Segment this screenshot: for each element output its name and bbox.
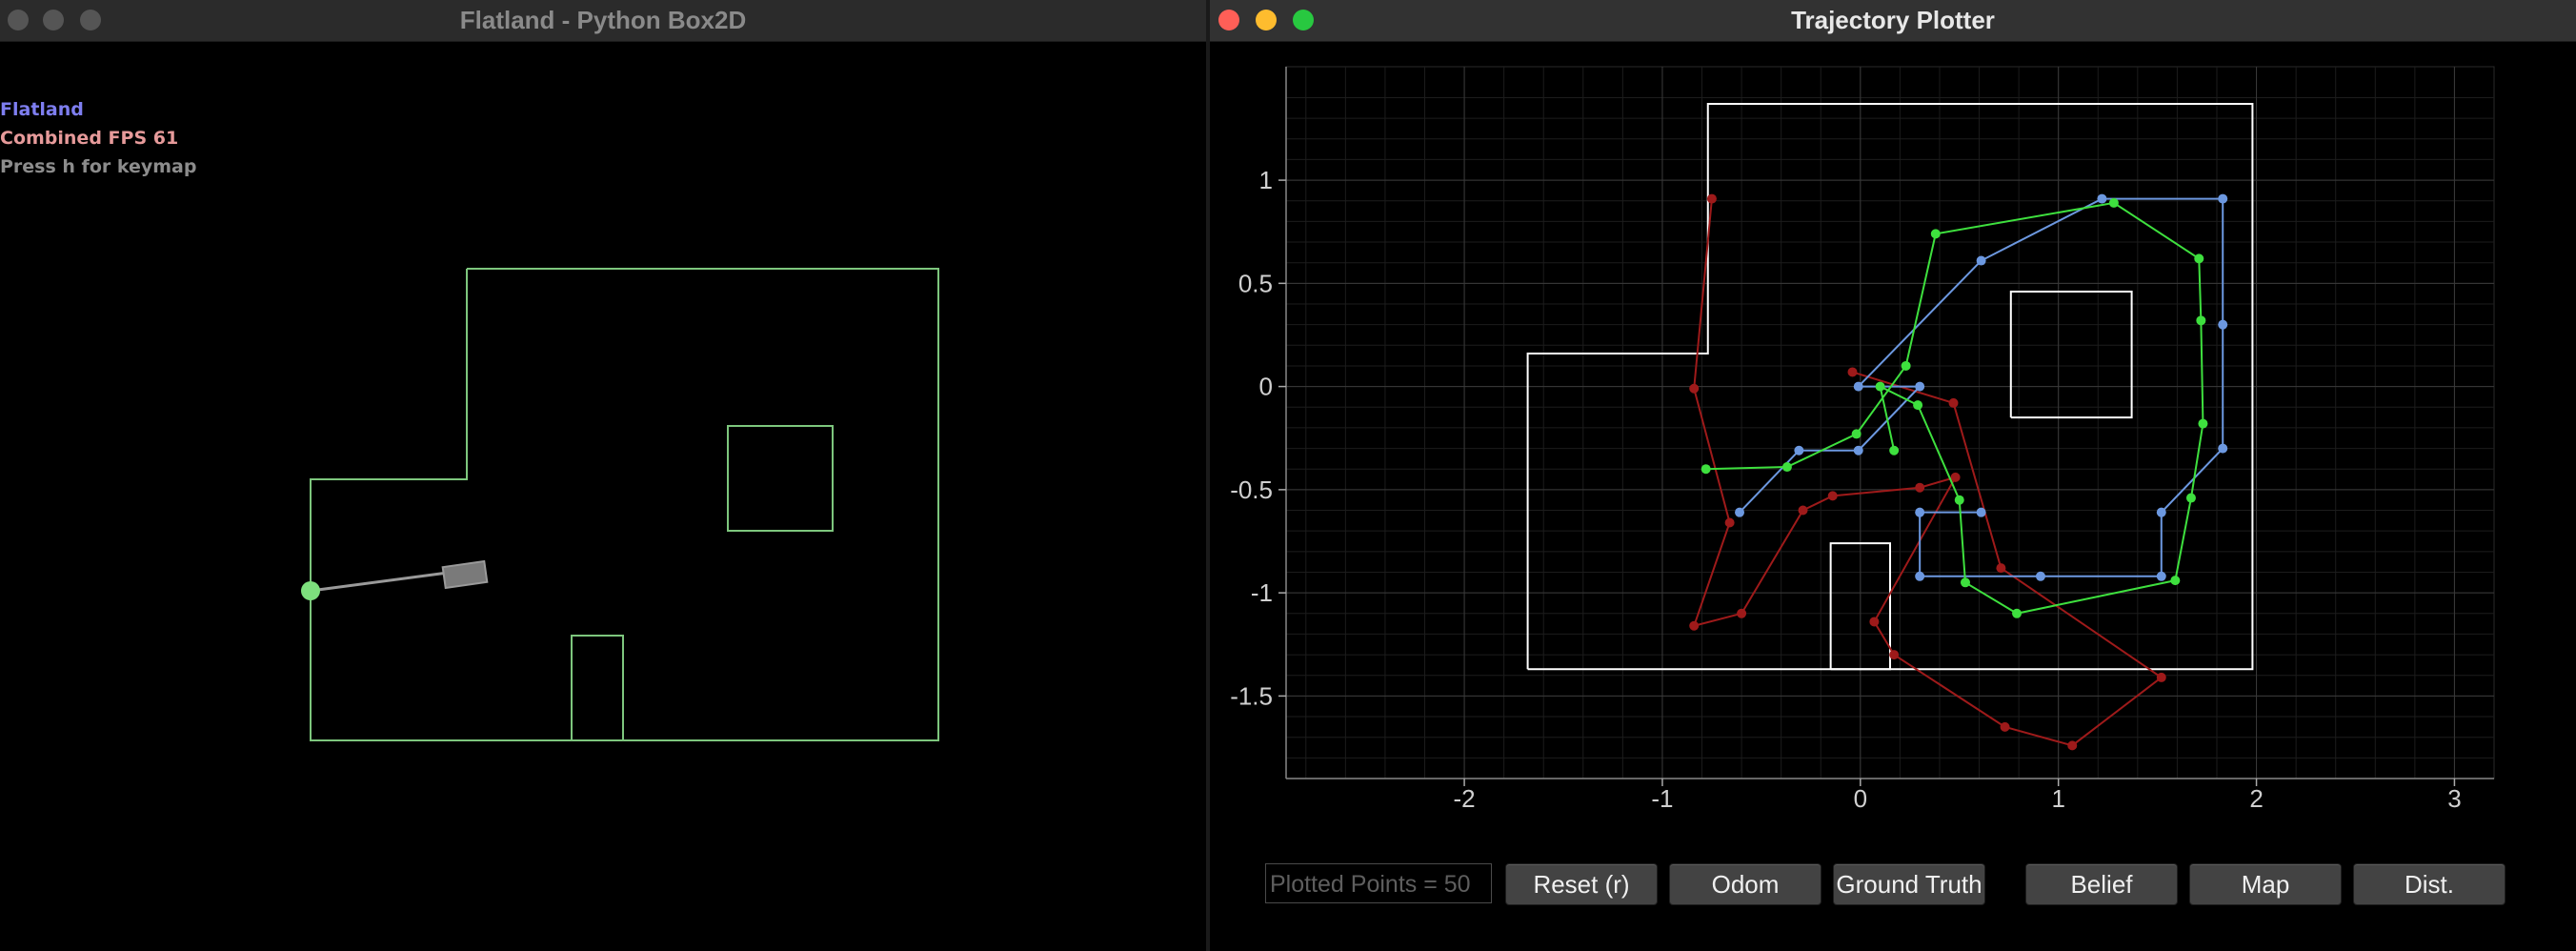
trajectory-plot[interactable]: -2 -1 0 1 2 3 1 0.5 0 -0.5 -1 -1.5	[1210, 42, 2576, 852]
trajectory-point-2	[1875, 381, 1885, 392]
y-tick-label: -1.5	[1230, 681, 1273, 710]
x-tick-label: 2	[2249, 784, 2263, 813]
y-tick-label: -0.5	[1230, 476, 1273, 504]
trajectory-point-1	[2218, 193, 2228, 204]
trajectory-point-1	[1976, 255, 1986, 266]
trajectory-point-1	[1976, 507, 1986, 517]
dist-button[interactable]: Dist.	[2353, 863, 2506, 905]
x-tick-label: 0	[1854, 784, 1867, 813]
y-tick-label: -1	[1251, 578, 1273, 607]
trajectory-point-0	[1915, 482, 1925, 493]
window-title: Trajectory Plotter	[1791, 6, 1995, 34]
trajectory-point-0	[2000, 721, 2010, 732]
trajectory-point-0	[1689, 383, 1700, 394]
trajectory-point-2	[1954, 495, 1964, 505]
trajectory-point-0	[1847, 367, 1858, 377]
trajectory-point-1	[1853, 381, 1863, 392]
trajectory-point-2	[2198, 418, 2208, 429]
trajectory-point-1	[2035, 571, 2045, 581]
trajectory-point-2	[2194, 253, 2204, 264]
trajectory-point-1	[2156, 507, 2166, 517]
trajectory-point-1	[2097, 193, 2107, 204]
trajectory-point-2	[2196, 315, 2206, 326]
goal-marker	[301, 581, 320, 600]
reset-button[interactable]: Reset (r)	[1505, 863, 1658, 905]
x-tick-label: -1	[1651, 784, 1673, 813]
trajectory-point-0	[1724, 517, 1735, 528]
plot-control-bar: Plotted Points = 50 Reset (r) Odom Groun…	[1210, 863, 2576, 909]
plotter-titlebar[interactable]: Trajectory Plotter	[1210, 0, 2576, 42]
trajectory-point-2	[1901, 360, 1911, 371]
trajectory-point-2	[2012, 608, 2023, 618]
trajectory-point-1	[2218, 443, 2228, 454]
trajectory-point-1	[1915, 571, 1925, 581]
trajectory-point-0	[1950, 472, 1961, 482]
trajectory-point-1	[2218, 319, 2228, 330]
y-tick-label: 0	[1259, 373, 1273, 401]
trajectory-point-0	[2156, 672, 2166, 682]
trajectory-point-0	[1948, 397, 1959, 408]
trajectory-point-1	[1853, 445, 1863, 455]
trajectory-point-2	[2108, 197, 2119, 208]
trajectory-point-2	[2185, 493, 2196, 503]
x-tick-label: -2	[1454, 784, 1476, 813]
trajectory-point-0	[1996, 563, 2006, 574]
trajectory-point-0	[1737, 608, 1747, 618]
trajectory-point-0	[1689, 620, 1700, 631]
y-tick-label: 0.5	[1238, 269, 1273, 297]
trajectory-point-2	[1851, 429, 1862, 439]
overlay-keymap-hint: Press h for keymap	[0, 156, 197, 177]
trajectory-point-2	[1930, 229, 1941, 239]
odom-button[interactable]: Odom	[1669, 863, 1821, 905]
trajectory-point-0	[2067, 740, 2078, 751]
trajectory-point-2	[1960, 577, 1970, 588]
x-tick-label: 1	[2051, 784, 2064, 813]
robot-icon	[441, 559, 489, 590]
trajectory-point-2	[1913, 400, 1923, 411]
trajectory-point-0	[1706, 193, 1717, 204]
trajectory-point-0	[1827, 491, 1838, 501]
plotted-points-field: Plotted Points = 50	[1265, 863, 1492, 903]
trajectory-point-1	[1735, 507, 1745, 517]
map-button[interactable]: Map	[2189, 863, 2342, 905]
overlay-title: Flatland	[0, 99, 84, 120]
ground-truth-button[interactable]: Ground Truth	[1833, 863, 1985, 905]
trajectory-point-1	[1915, 381, 1925, 392]
plot-area	[1285, 66, 2495, 779]
overlay-fps: Combined FPS 61	[0, 128, 179, 149]
flatland-canvas[interactable]	[0, 42, 1206, 951]
flatland-titlebar[interactable]: Flatland - Python Box2D	[0, 0, 1206, 42]
y-tick-label: 1	[1259, 166, 1273, 194]
flatland-window: Flatland - Python Box2D Flatland Combine…	[0, 0, 1206, 951]
window-title: Flatland - Python Box2D	[459, 6, 747, 34]
trajectory-plotter-window: Trajectory Plotter -2 -1 0 1 2 3 1 0.5 0 -0.5 -1 -1…	[1210, 0, 2576, 951]
belief-button[interactable]: Belief	[2025, 863, 2178, 905]
trajectory-point-2	[1781, 462, 1792, 473]
flatland-world-walls	[310, 268, 939, 741]
flatland-obstacle-pillar	[571, 635, 624, 740]
trajectory-point-1	[2156, 571, 2166, 581]
x-tick-label: 3	[2447, 784, 2461, 813]
trajectory-point-0	[1869, 617, 1880, 627]
trajectory-point-1	[1794, 445, 1804, 455]
trajectory-point-0	[1889, 650, 1900, 660]
trajectory-point-2	[1701, 464, 1711, 475]
trajectory-point-1	[1915, 507, 1925, 517]
laser-beam	[310, 571, 449, 593]
trajectory-point-2	[1889, 445, 1900, 455]
trajectory-point-2	[2170, 576, 2181, 586]
flatland-obstacle-square	[727, 425, 834, 532]
trajectory-point-0	[1798, 505, 1808, 516]
